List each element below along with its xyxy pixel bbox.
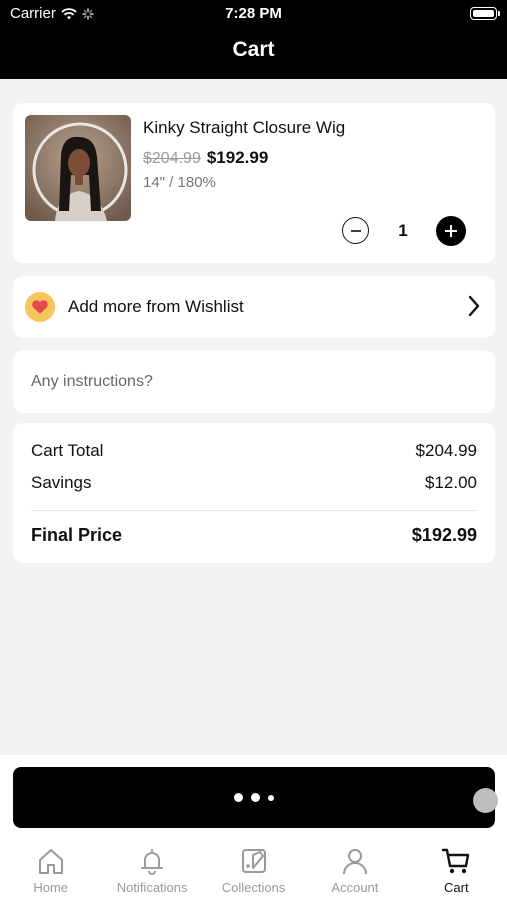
checkout-button[interactable]	[13, 767, 495, 828]
cart-total-label: Cart Total	[31, 441, 104, 460]
chevron-right-icon	[468, 295, 480, 317]
floating-handle[interactable]	[473, 788, 498, 813]
price-summary-card: Cart Total $204.99 Savings $12.00 Final …	[13, 423, 495, 563]
savings-row: Savings $12.00	[31, 473, 477, 493]
final-price-value: $192.99	[411, 525, 477, 545]
tab-home[interactable]: Home	[0, 838, 101, 900]
tab-label: Home	[33, 880, 69, 895]
cart-total-row: Cart Total $204.99	[31, 441, 477, 461]
savings-value: $12.00	[425, 473, 477, 492]
instructions-input[interactable]	[13, 350, 495, 413]
minus-icon	[350, 229, 361, 232]
product-name[interactable]: Kinky Straight Closure Wig	[143, 118, 345, 138]
instructions-card	[13, 350, 495, 413]
tab-label: Notifications	[116, 880, 188, 895]
page-title: Cart	[232, 38, 275, 61]
top-bar: Carrier 7:28 PM Cart	[0, 0, 507, 79]
product-image[interactable]	[25, 115, 131, 221]
tab-label: Collections	[221, 880, 286, 895]
savings-label: Savings	[31, 473, 92, 492]
heart-icon	[25, 292, 55, 322]
tab-bar: Home Notifications Collections Account C…	[0, 838, 507, 900]
product-variant: 14" / 180%	[143, 174, 216, 191]
sale-price: $192.99	[206, 148, 269, 167]
account-icon	[342, 849, 367, 875]
status-time: 7:28 PM	[225, 5, 282, 22]
cart-icon	[442, 848, 470, 874]
price-row: $204.99 $192.99	[143, 148, 268, 168]
plus-icon	[445, 225, 457, 237]
bell-icon	[141, 849, 164, 875]
wishlist-label: Add more from Wishlist	[68, 297, 244, 316]
loading-dot	[268, 794, 274, 801]
increase-quantity-button[interactable]	[436, 216, 466, 246]
divider	[31, 510, 477, 511]
cart-total-value: $204.99	[415, 441, 477, 460]
home-icon	[38, 849, 63, 874]
tab-label: Cart	[444, 880, 469, 895]
tab-collections[interactable]: Collections	[203, 838, 304, 900]
wishlist-row[interactable]: Add more from Wishlist	[13, 276, 495, 338]
cart-item-card: Kinky Straight Closure Wig $204.99 $192.…	[13, 103, 495, 263]
tab-account[interactable]: Account	[304, 838, 405, 900]
decrease-quantity-button[interactable]	[342, 217, 369, 244]
final-price-row: Final Price $192.99	[31, 525, 477, 546]
loading-dot	[251, 793, 260, 802]
tab-cart[interactable]: Cart	[406, 838, 507, 900]
collections-icon	[241, 849, 266, 873]
final-price-label: Final Price	[31, 525, 123, 545]
battery-icon	[470, 7, 500, 20]
original-price: $204.99	[143, 150, 201, 167]
loading-dot	[234, 793, 243, 802]
quantity-value: 1	[398, 221, 408, 240]
tab-notifications[interactable]: Notifications	[101, 838, 202, 900]
tab-label: Account	[331, 880, 379, 895]
